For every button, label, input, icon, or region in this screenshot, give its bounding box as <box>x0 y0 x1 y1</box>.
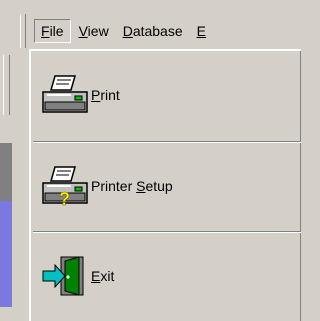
printer-setup-icon: ? <box>42 166 88 207</box>
file-menu-dropdown: Print ? Printer Setup Exit <box>29 49 301 321</box>
menu-item-label: Print <box>91 87 120 103</box>
menu-bar: File View Database E <box>34 14 286 48</box>
menu-edit-partial[interactable]: E <box>191 20 212 42</box>
svg-text:?: ? <box>59 189 70 207</box>
menu-item-label: Exit <box>91 268 115 284</box>
printer-icon <box>42 75 88 113</box>
menu-separator <box>33 231 301 233</box>
menu-file[interactable]: File <box>34 19 71 43</box>
menu-item-printer-setup[interactable]: ? Printer Setup <box>31 146 301 226</box>
menubar-grip-shadow <box>25 14 26 48</box>
frame-gray-bar <box>0 143 12 201</box>
menu-item-print[interactable]: Print <box>31 55 301 135</box>
frame-blue-bar <box>0 201 12 307</box>
menu-database[interactable]: Database <box>117 20 189 42</box>
frame-notch <box>3 55 10 115</box>
menu-separator <box>33 141 301 143</box>
menu-item-label: Printer Setup <box>91 178 173 194</box>
menu-item-exit[interactable]: Exit <box>31 236 301 316</box>
menu-view[interactable]: View <box>73 20 115 42</box>
exit-door-icon <box>42 256 84 296</box>
left-frame-strip <box>0 0 12 307</box>
